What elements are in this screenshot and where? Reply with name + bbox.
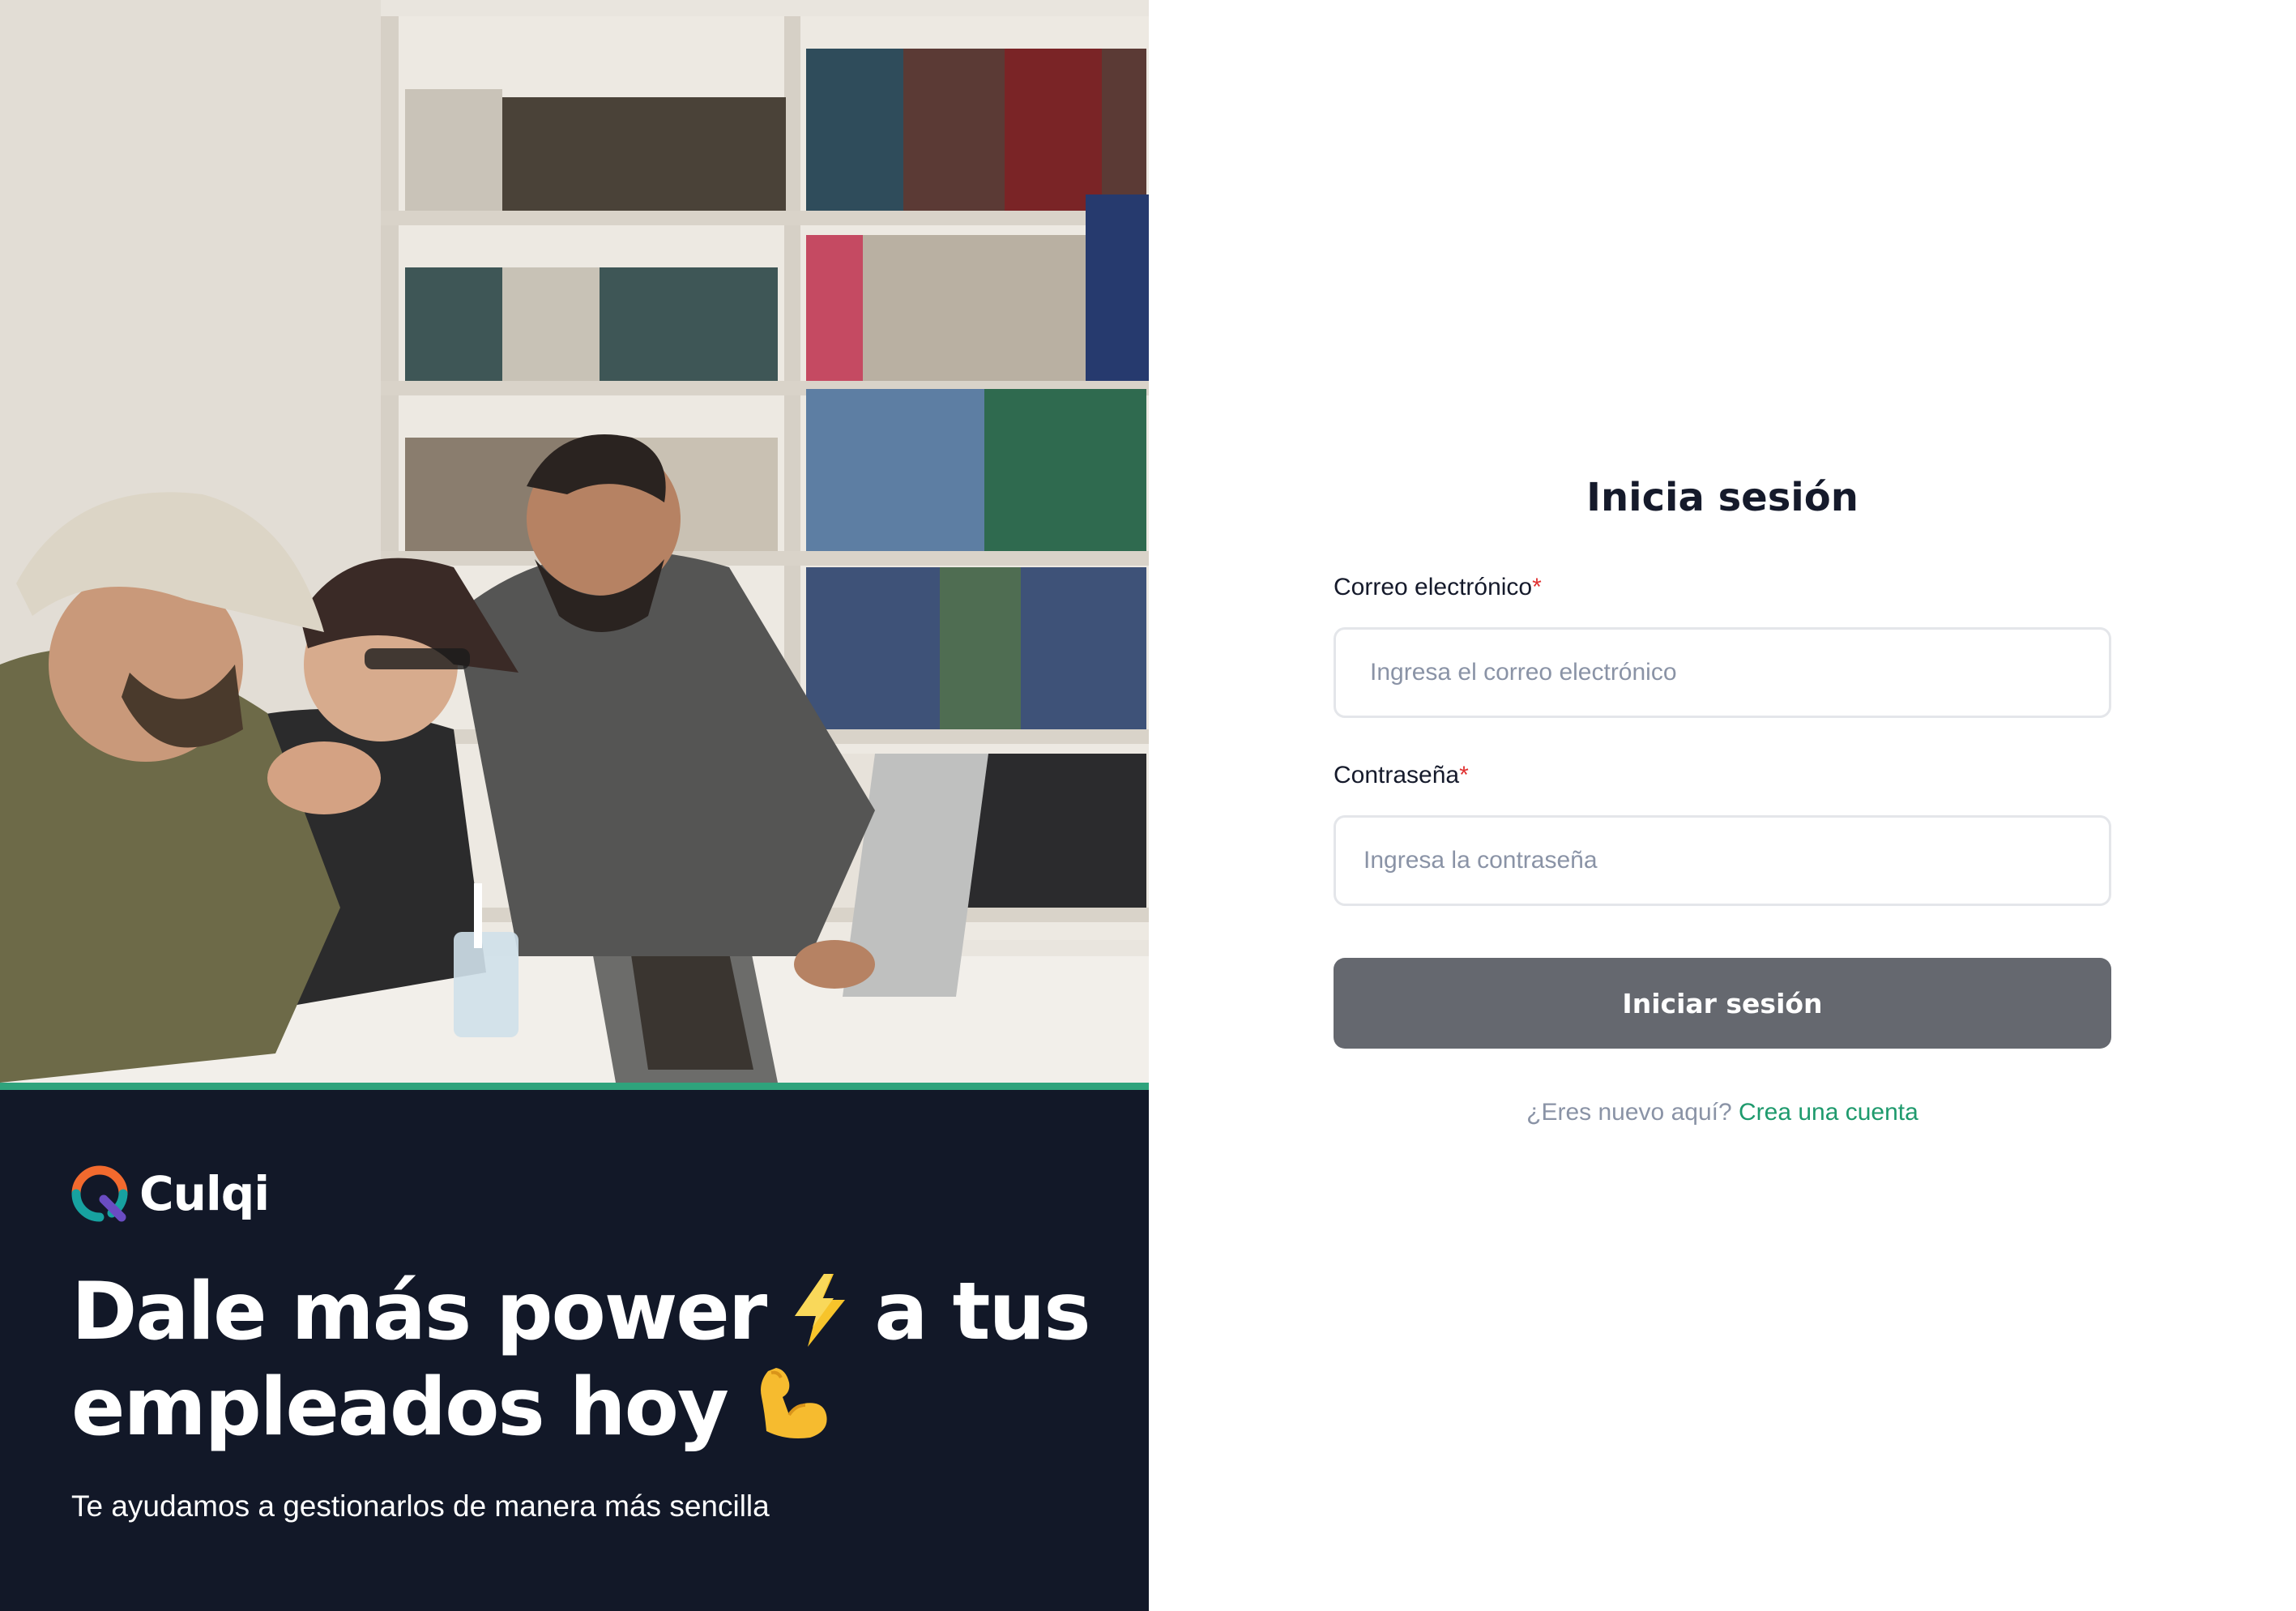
hero-illustration (0, 0, 1149, 1083)
hero-photo (0, 0, 1149, 1083)
promo-panel: Culqi Dale más power a tus empleados hoy… (0, 0, 1149, 1611)
create-account-link[interactable]: Crea una cuenta (1739, 1099, 1918, 1126)
flexed-biceps-emoji-icon (760, 1368, 827, 1438)
culqi-logo-icon (71, 1165, 128, 1222)
email-input[interactable] (1334, 627, 2111, 718)
promo-subtitle: Te ayudamos a gestionarlos de manera más… (71, 1489, 770, 1523)
login-page: Culqi Dale más power a tus empleados hoy… (0, 0, 2296, 1611)
required-mark: * (1459, 762, 1469, 788)
required-mark: * (1532, 574, 1542, 600)
signup-prompt: ¿Eres nuevo aquí? Crea una cuenta (1149, 1099, 2296, 1126)
password-input[interactable] (1334, 815, 2111, 906)
login-panel: Inicia sesión Correo electrónico* Contra… (1149, 0, 2296, 1611)
brand-name: Culqi (139, 1166, 270, 1221)
login-button[interactable]: Iniciar sesión (1334, 958, 2111, 1049)
promo-headline: Dale más power a tus empleados hoy (71, 1264, 1092, 1455)
lightning-emoji-icon (795, 1274, 846, 1347)
password-label-text: Contraseña (1334, 762, 1460, 788)
email-label: Correo electrónico* (1334, 574, 1542, 601)
brand-logo: Culqi (71, 1165, 270, 1222)
password-label: Contraseña* (1334, 762, 1469, 789)
email-label-text: Correo electrónico (1334, 574, 1533, 600)
accent-divider (0, 1083, 1149, 1090)
headline-part1: Dale más power (71, 1266, 767, 1358)
login-title: Inicia sesión (1586, 475, 1859, 520)
signup-question: ¿Eres nuevo aquí? (1526, 1099, 1732, 1126)
